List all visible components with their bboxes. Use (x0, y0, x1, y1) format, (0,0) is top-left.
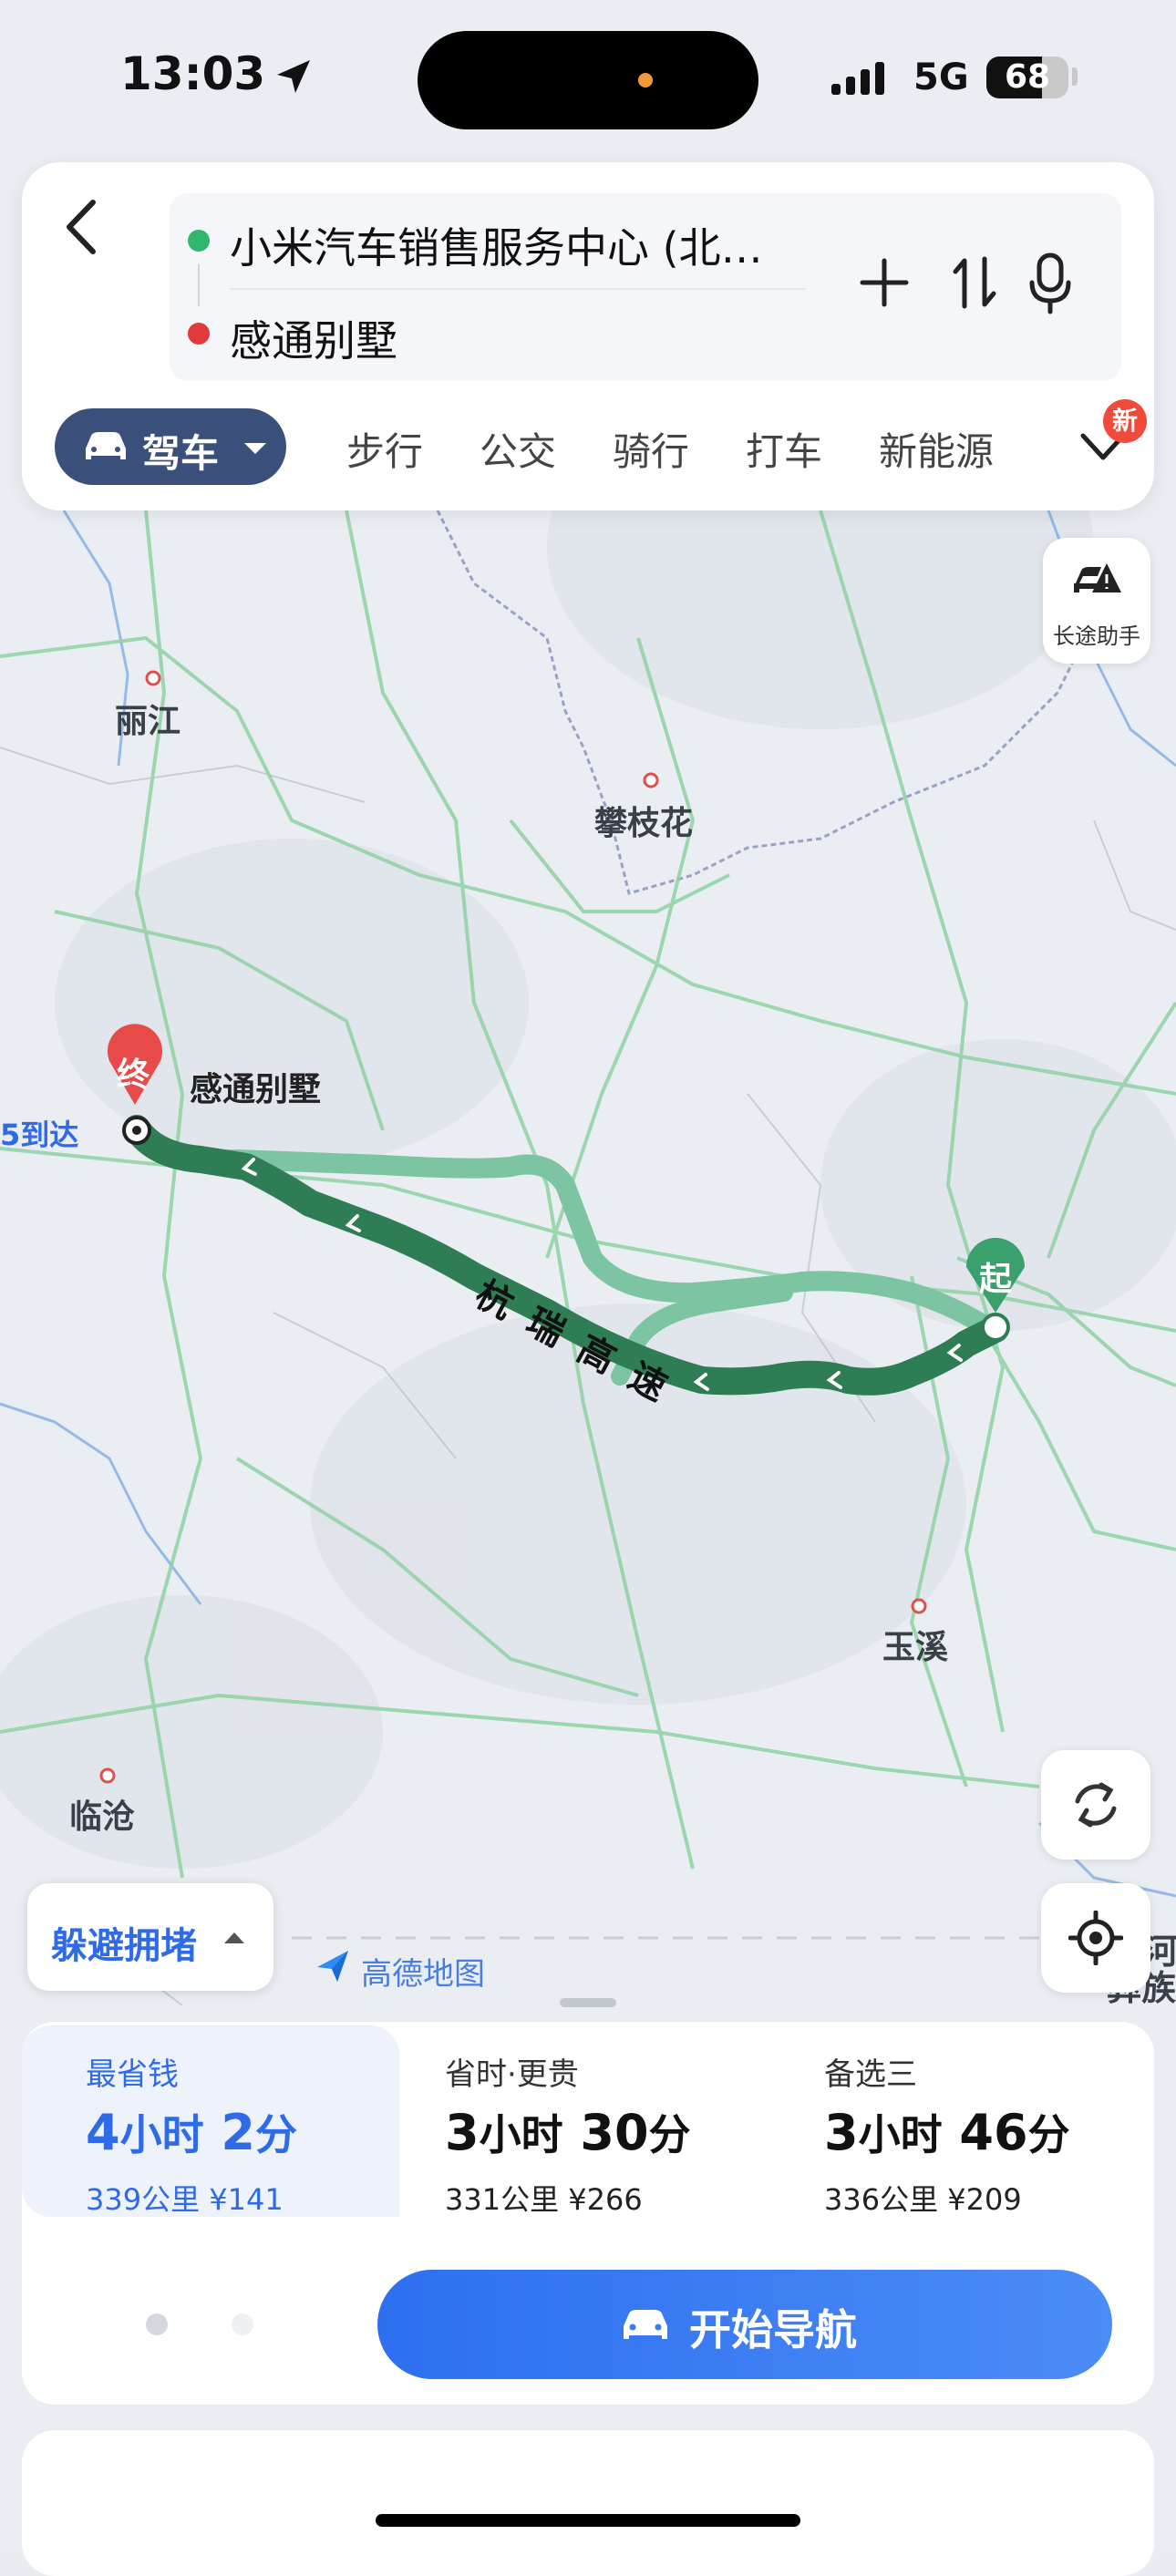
route-distance: 339公里 (86, 2182, 201, 2217)
city-label-yuxi: 玉溪 (882, 1629, 949, 1666)
city-label-panzhihua: 攀枝花 (594, 805, 694, 842)
route-connector (198, 264, 200, 306)
city-label-lincang: 临沧 (69, 1798, 136, 1836)
status-bar: 13:03 5G 68 (0, 0, 1176, 155)
tab-cycling[interactable]: 骑行 (613, 421, 689, 477)
origin-dot-icon (188, 230, 210, 252)
start-navigation-button[interactable]: 开始导航 (377, 2270, 1112, 2379)
route-cost: ¥209 (947, 2182, 1022, 2217)
page-indicator (232, 2313, 253, 2335)
sheet-drag-handle[interactable] (560, 1998, 616, 2007)
drive-mode-label: 驾车 (142, 431, 220, 476)
voice-input-button[interactable] (1028, 252, 1072, 315)
network-type: 5G (913, 57, 969, 98)
page-indicator-active (146, 2313, 168, 2335)
duration-minutes: 30 (580, 2104, 649, 2161)
route-option-2[interactable]: 省时·更贵 3小时 30分 331公里 ¥266 (401, 2025, 775, 2217)
route-option-duration: 4小时 2分 (86, 2102, 297, 2162)
car-icon (624, 2310, 667, 2339)
car-assistant-icon (1074, 563, 1121, 592)
route-option-label: 省时·更贵 (445, 2056, 579, 2093)
avoid-congestion-button[interactable]: 躲避拥堵 (27, 1883, 273, 1991)
locate-icon (1068, 1911, 1123, 1965)
long-trip-assistant-label: 长途助手 (1053, 623, 1140, 649)
chevron-up-icon (224, 1932, 244, 1943)
car-icon (86, 432, 126, 459)
end-marker-text: 终 (117, 1056, 150, 1094)
duration-minute-unit: 分 (648, 2110, 691, 2159)
tab-taxi[interactable]: 打车 (746, 421, 822, 477)
duration-minute-unit: 分 (1027, 2110, 1070, 2159)
destination-field[interactable]: 感通别墅 (230, 308, 397, 368)
home-indicator[interactable] (376, 2514, 800, 2527)
duration-hour-unit: 小时 (119, 2110, 204, 2159)
battery-tip (1072, 67, 1078, 86)
route-distance: 331公里 (445, 2182, 560, 2217)
dynamic-island (418, 31, 758, 129)
duration-minutes: 2 (221, 2104, 255, 2161)
route-option-label: 最省钱 (86, 2056, 179, 2093)
destination-label: 感通别墅 (190, 1071, 322, 1108)
back-button[interactable] (53, 195, 108, 259)
duration-minute-unit: 分 (254, 2110, 297, 2159)
refresh-icon (1075, 1782, 1117, 1828)
duration-minutes: 46 (959, 2104, 1028, 2161)
refresh-route-button[interactable] (1041, 1750, 1150, 1860)
swap-route-button[interactable] (952, 253, 997, 312)
tab-new-energy[interactable]: 新能源 (879, 421, 994, 477)
tab-transit[interactable]: 公交 (480, 421, 556, 477)
my-location-button[interactable] (1041, 1883, 1150, 1993)
route-distance: 336公里 (824, 2182, 939, 2217)
destination-dot-icon (188, 323, 210, 345)
location-arrow-icon (277, 60, 310, 93)
duration-hours: 4 (86, 2104, 120, 2161)
duration-hour-unit: 小时 (858, 2110, 943, 2159)
chevron-down-icon (244, 443, 266, 454)
duration-hour-unit: 小时 (479, 2110, 563, 2159)
battery-icon: 68 (986, 57, 1068, 98)
route-option-1[interactable]: 最省钱 4小时 2分 339公里 ¥141 (22, 2025, 399, 2217)
new-badge: 新 (1103, 399, 1147, 443)
origin-field[interactable]: 小米汽车销售服务中心 (北… (230, 215, 763, 275)
start-navigation-label: 开始导航 (689, 2305, 857, 2354)
long-trip-assistant-button[interactable]: 长途助手 (1043, 538, 1150, 664)
route-option-duration: 3小时 30分 (445, 2102, 691, 2162)
status-time: 13:03 (120, 47, 266, 100)
drive-mode-button[interactable]: 驾车 (55, 408, 286, 485)
route-option-meta: 336公里 ¥209 (824, 2177, 1022, 2219)
amap-brand-text: 高德地图 (361, 1956, 485, 1993)
field-divider (230, 288, 806, 290)
route-option-3[interactable]: 备选三 3小时 46分 336公里 ¥209 (777, 2025, 1152, 2217)
start-marker-text: 起 (979, 1261, 1013, 1298)
duration-hours: 3 (445, 2104, 480, 2161)
route-option-duration: 3小时 46分 (824, 2102, 1070, 2162)
duration-hours: 3 (824, 2104, 859, 2161)
route-cost: ¥266 (568, 2182, 643, 2217)
route-option-meta: 331公里 ¥266 (445, 2177, 643, 2219)
signal-icon (831, 62, 884, 95)
amap-logo-icon (317, 1951, 348, 1982)
route-option-label: 备选三 (824, 2056, 917, 2093)
tab-walk[interactable]: 步行 (346, 421, 423, 477)
privacy-indicator-icon (638, 73, 653, 88)
avoid-congestion-label: 躲避拥堵 (51, 1925, 197, 1967)
add-waypoint-button[interactable] (859, 257, 910, 308)
route-cost: ¥141 (209, 2182, 284, 2217)
route-option-meta: 339公里 ¥141 (86, 2177, 284, 2219)
battery-level: 68 (1004, 58, 1051, 96)
secondary-sheet (22, 2430, 1154, 2576)
city-label-lijiang: 丽江 (115, 703, 181, 740)
arrival-hint-label: 5到达 (0, 1118, 79, 1152)
